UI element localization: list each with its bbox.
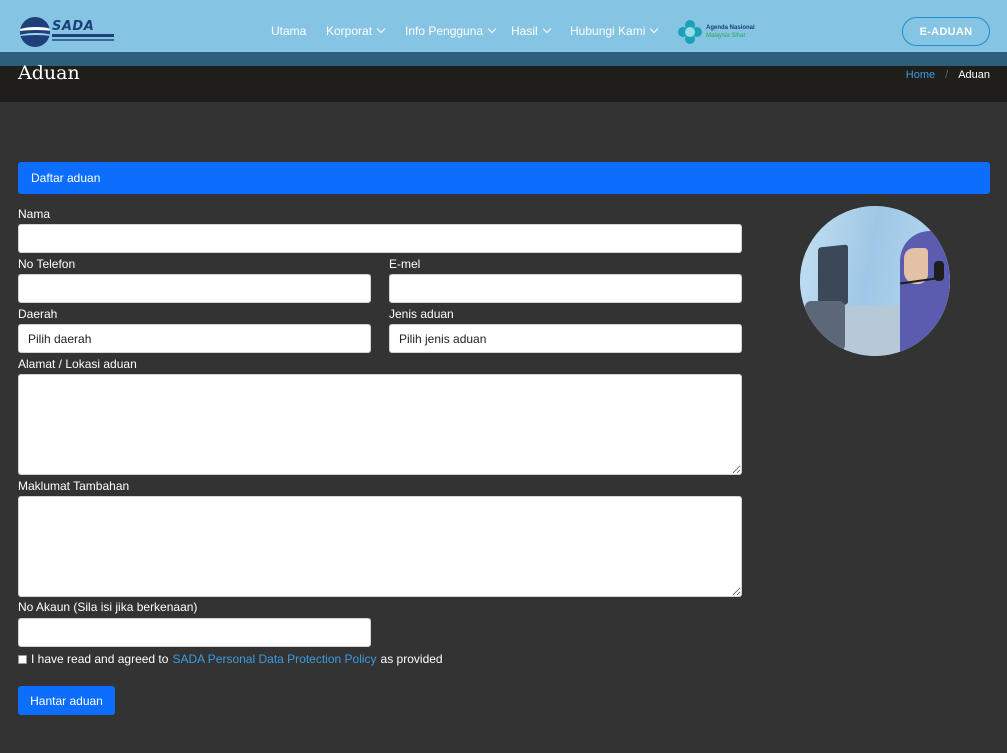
page-title-band bbox=[0, 66, 1007, 102]
form-section-title: Daftar aduan bbox=[31, 171, 101, 185]
nav-item-hasil[interactable]: Hasil bbox=[511, 24, 551, 38]
e-aduan-button[interactable]: E-ADUAN bbox=[902, 17, 990, 46]
chevron-down-icon bbox=[376, 24, 386, 34]
privacy-policy-link[interactable]: SADA Personal Data Protection Policy bbox=[172, 652, 376, 666]
alamat-label: Alamat / Lokasi aduan bbox=[18, 357, 137, 371]
telefon-label: No Telefon bbox=[18, 257, 76, 271]
emel-input[interactable] bbox=[389, 274, 742, 303]
logo-tagline-bar bbox=[52, 34, 114, 37]
agenda-title: Agenda Nasional bbox=[706, 25, 755, 31]
alamat-textarea[interactable] bbox=[18, 374, 742, 475]
agenda-subtitle: Malaysia Sihat bbox=[706, 33, 746, 39]
page-title: Aduan bbox=[18, 62, 80, 84]
emel-label: E-mel bbox=[389, 257, 421, 271]
nama-input[interactable] bbox=[18, 224, 742, 253]
nav-item-label: Hasil bbox=[511, 24, 538, 38]
nama-label: Nama bbox=[18, 207, 51, 221]
maklumat-textarea[interactable] bbox=[18, 496, 742, 597]
jenis-aduan-select-value: Pilih jenis aduan bbox=[399, 331, 487, 346]
agree-checkbox[interactable] bbox=[18, 654, 27, 664]
nav-item-label: Hubungi Kami bbox=[570, 24, 646, 38]
logo-text: SADA bbox=[52, 19, 95, 34]
wave-logo-icon bbox=[20, 17, 50, 47]
nav-item-korporat[interactable]: Korporat bbox=[326, 24, 386, 38]
jenis-aduan-select[interactable]: Pilih jenis aduan bbox=[389, 324, 742, 353]
chevron-down-icon bbox=[650, 24, 659, 34]
agreement-row: I have read and agreed to SADA Personal … bbox=[18, 652, 443, 666]
chevron-down-icon bbox=[487, 24, 497, 34]
akaun-label: No Akaun (Sila isi jika berkenaan) bbox=[18, 600, 198, 614]
nav-item-label: Utama bbox=[271, 24, 307, 38]
akaun-input[interactable] bbox=[18, 618, 371, 647]
nav-item-info-pengguna[interactable]: Info Pengguna bbox=[405, 24, 497, 38]
flower-logo-icon bbox=[678, 20, 702, 44]
daerah-label: Daerah bbox=[18, 307, 58, 321]
nav-item-label: Info Pengguna bbox=[405, 24, 484, 38]
nav-item-hubungi-kami[interactable]: Hubungi Kami bbox=[570, 24, 659, 38]
header-strip bbox=[0, 52, 1007, 66]
daerah-select-value: Pilih daerah bbox=[28, 331, 92, 346]
telefon-input[interactable] bbox=[18, 274, 371, 303]
daerah-select[interactable]: Pilih daerah bbox=[18, 324, 371, 353]
sada-logo[interactable]: SADA bbox=[20, 17, 116, 47]
nav-item-utama[interactable]: Utama bbox=[271, 24, 306, 38]
nav-item-label: Korporat bbox=[326, 24, 373, 38]
breadcrumb-home-link[interactable]: Home bbox=[906, 69, 935, 81]
submit-aduan-button[interactable]: Hantar aduan bbox=[18, 686, 115, 715]
jenis-aduan-label: Jenis aduan bbox=[389, 307, 454, 321]
logo-tagline-bar-2 bbox=[52, 39, 114, 41]
breadcrumb-separator: / bbox=[945, 69, 949, 81]
breadcrumb: Home / Aduan bbox=[906, 69, 990, 81]
customer-service-photo bbox=[800, 206, 950, 356]
form-section-header: Daftar aduan bbox=[18, 162, 990, 194]
top-navigation-bar bbox=[0, 0, 1007, 52]
breadcrumb-current: Aduan bbox=[958, 69, 990, 81]
agree-suffix-text: as provided bbox=[380, 652, 443, 666]
agenda-nasional-logo[interactable]: Agenda Nasional Malaysia Sihat bbox=[678, 18, 762, 46]
maklumat-label: Maklumat Tambahan bbox=[18, 479, 130, 493]
agree-prefix-text: I have read and agreed to bbox=[31, 652, 169, 666]
chevron-down-icon bbox=[542, 24, 551, 34]
